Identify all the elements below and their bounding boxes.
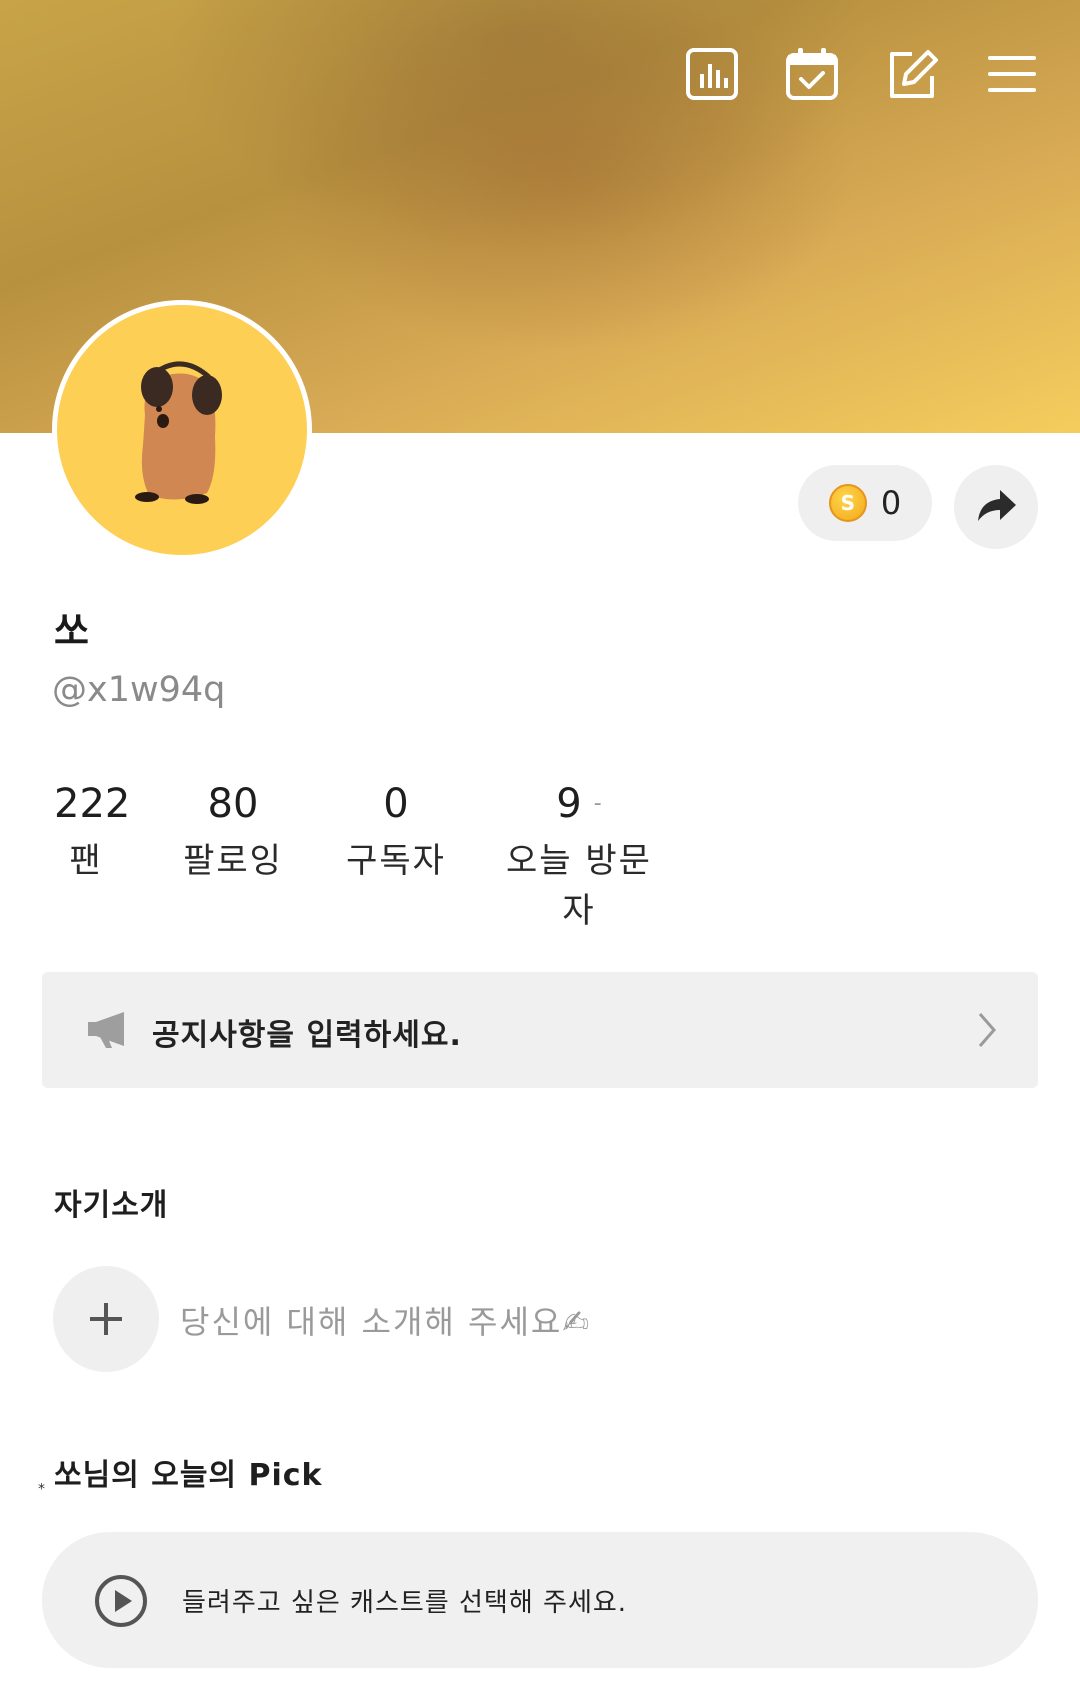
stat-today-visitors-label: 오늘 방문자 [506, 841, 652, 931]
stat-fans-value: 222 [54, 781, 131, 827]
stat-following[interactable]: 80 팔로잉 [178, 778, 288, 886]
write-button[interactable] [884, 46, 940, 102]
add-intro-button[interactable] [53, 1266, 159, 1372]
avatar[interactable] [52, 300, 312, 560]
notice-bar[interactable]: 공지사항을 입력하세요. [42, 972, 1038, 1088]
intro-placeholder[interactable]: 당신에 대해 소개해 주세요✍ [180, 1297, 591, 1343]
plus-icon [90, 1303, 122, 1335]
stat-today-visitors[interactable]: 9- 오늘 방문자 [494, 778, 664, 936]
coin-icon: S [828, 484, 867, 522]
share-button[interactable] [954, 465, 1038, 549]
coin-balance-button[interactable]: S 0 [798, 465, 932, 541]
stat-today-visitors-value: 9 [556, 781, 582, 827]
calendar-button[interactable] [784, 46, 840, 102]
stat-subscribers[interactable]: 0 구독자 [336, 778, 456, 886]
menu-icon [988, 56, 1036, 92]
edit-icon [890, 50, 938, 98]
header-actions [684, 46, 1040, 102]
coin-count: 0 [880, 484, 902, 522]
calendar-check-icon [786, 48, 838, 100]
pick-section-title: 쏘님의 오늘의 Pick [54, 1458, 323, 1493]
pick-cast-selector[interactable]: 들려주고 싶은 캐스트를 선택해 주세요. [42, 1532, 1038, 1668]
menu-button[interactable] [984, 46, 1040, 102]
stat-fans[interactable]: 222 팬 [54, 778, 131, 886]
notice-text: 공지사항을 입력하세요. [152, 1018, 462, 1053]
chevron-right-icon [978, 1013, 996, 1047]
avatar-character-image [135, 361, 222, 504]
stats-button[interactable] [684, 46, 740, 102]
coin-symbol: S [840, 491, 856, 515]
play-icon [95, 1575, 147, 1627]
sparkle-decoration: ⁎ [38, 1477, 45, 1493]
stat-subscribers-value: 0 [383, 781, 409, 827]
stat-following-value: 80 [207, 781, 259, 827]
pick-placeholder: 들려주고 싶은 캐스트를 선택해 주세요. [182, 1588, 628, 1618]
megaphone-icon [88, 1012, 124, 1048]
intro-section-title: 자기소개 [54, 1188, 169, 1223]
user-handle: @x1w94q [52, 670, 226, 710]
stat-following-label: 팔로잉 [183, 841, 283, 881]
nickname: 쏘 [54, 609, 89, 653]
stat-today-visitors-change: - [593, 791, 602, 816]
share-icon [978, 490, 1016, 521]
stat-fans-label: 팬 [69, 841, 103, 881]
stat-subscribers-label: 구독자 [346, 841, 446, 881]
stats-icon [686, 48, 738, 100]
